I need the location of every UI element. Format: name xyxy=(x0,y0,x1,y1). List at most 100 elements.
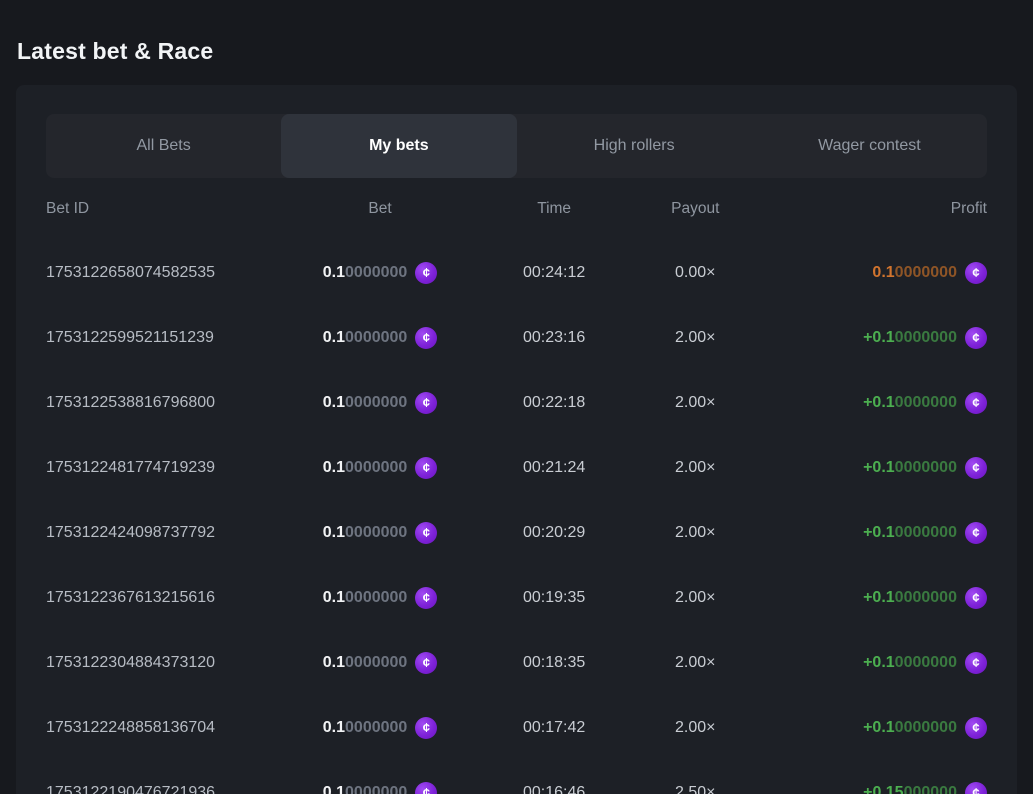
coin-icon: ¢ xyxy=(965,457,987,479)
tab-all-bets[interactable]: All Bets xyxy=(46,114,281,178)
table-row[interactable]: 1753122304884373120 0.10000000 ¢ 00:18:3… xyxy=(46,630,987,695)
coin-icon: ¢ xyxy=(415,782,437,794)
coin-icon: ¢ xyxy=(415,327,437,349)
bet-amount-zeros: 0000000 xyxy=(345,394,407,411)
bet-amount-zeros: 0000000 xyxy=(345,589,407,606)
bet-time: 00:16:46 xyxy=(479,784,630,794)
profit-zeros: 0000000 xyxy=(895,719,957,736)
bet-amount-zeros: 0000000 xyxy=(345,329,407,346)
bet-id: 1753122248858136704 xyxy=(46,719,281,737)
coin-icon: ¢ xyxy=(415,262,437,284)
bet-amount-zeros: 0000000 xyxy=(345,524,407,541)
bet-amount-zeros: 0000000 xyxy=(345,459,407,476)
header-bet-id: Bet ID xyxy=(46,200,281,218)
bet-time: 00:21:24 xyxy=(479,459,630,477)
bet-profit: +0.10000000 ¢ xyxy=(761,652,987,674)
table-row[interactable]: 1753122538816796800 0.10000000 ¢ 00:22:1… xyxy=(46,370,987,435)
tab-my-bets[interactable]: My bets xyxy=(281,114,516,178)
profit-significant: +0.1 xyxy=(863,329,895,346)
header-payout: Payout xyxy=(629,200,761,218)
coin-icon: ¢ xyxy=(965,392,987,414)
bets-tab-bar: All Bets My bets High rollers Wager cont… xyxy=(46,114,987,178)
profit-significant: +0.1 xyxy=(863,459,895,476)
bet-amount-significant: 0.1 xyxy=(323,589,345,606)
profit-significant: +0.1 xyxy=(863,394,895,411)
bet-time: 00:22:18 xyxy=(479,394,630,412)
table-row[interactable]: 1753122599521151239 0.10000000 ¢ 00:23:1… xyxy=(46,305,987,370)
bet-amount-significant: 0.1 xyxy=(323,784,345,794)
bet-amount-significant: 0.1 xyxy=(323,264,345,281)
coin-icon: ¢ xyxy=(415,587,437,609)
bet-profit: +0.10000000 ¢ xyxy=(761,327,987,349)
bet-amount-significant: 0.1 xyxy=(323,394,345,411)
bet-profit: +0.10000000 ¢ xyxy=(761,587,987,609)
header-bet: Bet xyxy=(281,200,479,218)
bet-id: 1753122481774719239 xyxy=(46,459,281,477)
table-row[interactable]: 1753122481774719239 0.10000000 ¢ 00:21:2… xyxy=(46,435,987,500)
profit-zeros: 0000000 xyxy=(895,589,957,606)
bet-amount-zeros: 0000000 xyxy=(345,719,407,736)
coin-icon: ¢ xyxy=(415,457,437,479)
table-row[interactable]: 1753122367613215616 0.10000000 ¢ 00:19:3… xyxy=(46,565,987,630)
bet-profit: +0.10000000 ¢ xyxy=(761,457,987,479)
bet-payout: 2.00× xyxy=(629,459,761,477)
coin-icon: ¢ xyxy=(415,717,437,739)
table-row[interactable]: 1753122190476721936 0.10000000 ¢ 00:16:4… xyxy=(46,760,987,794)
bet-payout: 0.00× xyxy=(629,264,761,282)
bet-amount-significant: 0.1 xyxy=(323,654,345,671)
profit-significant: +0.1 xyxy=(863,524,895,541)
table-row[interactable]: 1753122248858136704 0.10000000 ¢ 00:17:4… xyxy=(46,695,987,760)
bet-time: 00:19:35 xyxy=(479,589,630,607)
profit-significant: +0.1 xyxy=(863,719,895,736)
table-header-row: Bet ID Bet Time Payout Profit xyxy=(46,178,987,240)
bet-amount-significant: 0.1 xyxy=(323,459,345,476)
bet-id: 1753122538816796800 xyxy=(46,394,281,412)
bet-id: 1753122367613215616 xyxy=(46,589,281,607)
bet-amount: 0.10000000 ¢ xyxy=(281,392,479,414)
bet-time: 00:24:12 xyxy=(479,264,630,282)
bet-amount: 0.10000000 ¢ xyxy=(281,522,479,544)
bet-id: 1753122658074582535 xyxy=(46,264,281,282)
profit-significant: +0.15 xyxy=(863,784,903,794)
bet-time: 00:17:42 xyxy=(479,719,630,737)
bet-amount: 0.10000000 ¢ xyxy=(281,782,479,794)
page-title: Latest bet & Race xyxy=(0,0,1033,65)
bet-amount-zeros: 0000000 xyxy=(345,784,407,794)
bet-amount: 0.10000000 ¢ xyxy=(281,717,479,739)
bet-id: 1753122190476721936 xyxy=(46,784,281,794)
coin-icon: ¢ xyxy=(965,327,987,349)
header-profit: Profit xyxy=(761,200,987,218)
coin-icon: ¢ xyxy=(965,782,987,794)
table-row[interactable]: 1753122424098737792 0.10000000 ¢ 00:20:2… xyxy=(46,500,987,565)
bet-payout: 2.00× xyxy=(629,719,761,737)
profit-zeros: 000000 xyxy=(904,784,957,794)
coin-icon: ¢ xyxy=(965,522,987,544)
bet-amount: 0.10000000 ¢ xyxy=(281,457,479,479)
bet-payout: 2.00× xyxy=(629,394,761,412)
bet-profit: +0.10000000 ¢ xyxy=(761,522,987,544)
tab-wager-contest[interactable]: Wager contest xyxy=(752,114,987,178)
coin-icon: ¢ xyxy=(415,392,437,414)
profit-significant: +0.1 xyxy=(863,654,895,671)
profit-zeros: 0000000 xyxy=(895,524,957,541)
bet-profit: 0.10000000 ¢ xyxy=(761,262,987,284)
coin-icon: ¢ xyxy=(965,652,987,674)
profit-zeros: 0000000 xyxy=(895,329,957,346)
latest-bets-panel: All Bets My bets High rollers Wager cont… xyxy=(16,85,1017,794)
bet-amount-significant: 0.1 xyxy=(323,524,345,541)
bet-payout: 2.00× xyxy=(629,524,761,542)
tab-high-rollers[interactable]: High rollers xyxy=(517,114,752,178)
bet-profit: +0.10000000 ¢ xyxy=(761,392,987,414)
profit-zeros: 0000000 xyxy=(895,654,957,671)
bet-profit: +0.10000000 ¢ xyxy=(761,717,987,739)
profit-significant: 0.1 xyxy=(872,264,894,281)
coin-icon: ¢ xyxy=(965,262,987,284)
bet-profit: +0.15000000 ¢ xyxy=(761,782,987,794)
bet-time: 00:18:35 xyxy=(479,654,630,672)
bet-amount-zeros: 0000000 xyxy=(345,264,407,281)
table-row[interactable]: 1753122658074582535 0.10000000 ¢ 00:24:1… xyxy=(46,240,987,305)
header-time: Time xyxy=(479,200,630,218)
coin-icon: ¢ xyxy=(415,652,437,674)
bet-amount: 0.10000000 ¢ xyxy=(281,587,479,609)
coin-icon: ¢ xyxy=(965,717,987,739)
